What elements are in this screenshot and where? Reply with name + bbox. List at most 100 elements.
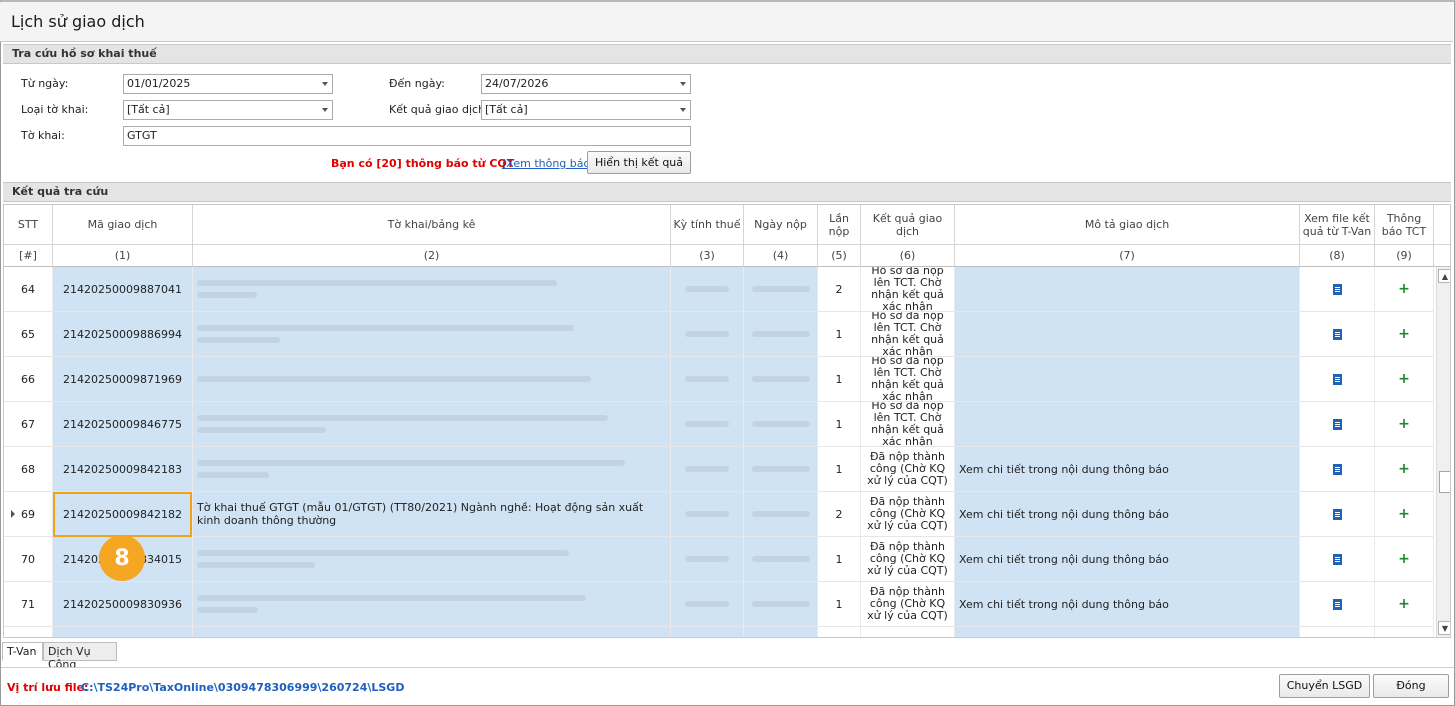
plus-icon[interactable]: +: [1398, 461, 1410, 477]
cell-date[interactable]: [744, 447, 818, 492]
table-row[interactable]: Đã nộp thành: [4, 627, 1436, 637]
cell-period[interactable]: [671, 582, 744, 627]
cell-desc[interactable]: Xem chi tiết trong nội dung thông báo: [955, 447, 1300, 492]
cell-notice[interactable]: +: [1375, 537, 1434, 582]
cell-form[interactable]: [193, 402, 671, 447]
cell-desc[interactable]: Xem chi tiết trong nội dung thông báo: [955, 582, 1300, 627]
cell-form[interactable]: [193, 267, 671, 312]
col-header-code[interactable]: Mã giao dịch: [53, 205, 193, 245]
plus-icon[interactable]: +: [1398, 416, 1410, 432]
cell-file[interactable]: [1300, 537, 1375, 582]
cell-result[interactable]: Đã nộp thành công (Chờ KQ xử lý của CQT): [861, 582, 955, 627]
cell-file[interactable]: [1300, 357, 1375, 402]
document-icon[interactable]: [1332, 418, 1342, 430]
cell-period[interactable]: [671, 492, 744, 537]
cell-code[interactable]: 21420250009842183: [53, 447, 193, 492]
col-header-tvan-file[interactable]: Xem file kết quả từ T-Van: [1300, 205, 1375, 245]
table-row[interactable]: 69 21420250009842182 Tờ khai thuế GTGT (mẫ…: [4, 492, 1436, 537]
table-row[interactable]: 67 21420250009846775 1 Hồ sơ đã nộp lên TCT…: [4, 402, 1436, 447]
cell-file[interactable]: [1300, 402, 1375, 447]
plus-icon[interactable]: +: [1398, 551, 1410, 567]
table-row[interactable]: 71 21420250009830936 1 Đã nộp thành công (C…: [4, 582, 1436, 627]
document-icon[interactable]: [1332, 508, 1342, 520]
cell-notice[interactable]: +: [1375, 357, 1434, 402]
scroll-thumb[interactable]: [1439, 471, 1450, 493]
col-header-date[interactable]: Ngày nộp: [744, 205, 818, 245]
cell-period[interactable]: [671, 357, 744, 402]
table-row[interactable]: 65 21420250009886994 1 Hồ sơ đã nộp lên TCT…: [4, 312, 1436, 357]
cell-submit-count[interactable]: 1: [818, 312, 861, 357]
cell-file[interactable]: [1300, 312, 1375, 357]
result-select[interactable]: [Tất cả]: [481, 100, 691, 120]
cell-notice[interactable]: [1375, 627, 1434, 637]
cell-submit-count[interactable]: 1: [818, 402, 861, 447]
cell-result[interactable]: Đã nộp thành công (Chờ KQ xử lý của CQT): [861, 492, 955, 537]
chevron-down-icon[interactable]: [322, 82, 328, 86]
cell-submit-count[interactable]: 1: [818, 582, 861, 627]
cell-desc[interactable]: [955, 357, 1300, 402]
scroll-down-button[interactable]: ▼: [1438, 621, 1450, 635]
scroll-up-button[interactable]: ▲: [1438, 269, 1450, 283]
cell-code[interactable]: 21420250009886994: [53, 312, 193, 357]
cell-stt[interactable]: 64: [4, 267, 53, 312]
cell-period[interactable]: [671, 312, 744, 357]
cell-desc[interactable]: [955, 627, 1300, 637]
cell-file[interactable]: [1300, 447, 1375, 492]
cell-notice[interactable]: +: [1375, 312, 1434, 357]
cell-submit-count[interactable]: 2: [818, 267, 861, 312]
to-date-picker[interactable]: 24/07/2026: [481, 74, 691, 94]
cell-code[interactable]: 21420250009846775: [53, 402, 193, 447]
cell-date[interactable]: [744, 627, 818, 637]
table-row[interactable]: 70214202500098340151Đã nộp thành công (C…: [4, 537, 1436, 582]
cell-date[interactable]: [744, 582, 818, 627]
table-row[interactable]: 66 21420250009871969 1 Hồ sơ đã nộp lên TCT…: [4, 357, 1436, 402]
cell-code[interactable]: 21420250009871969: [53, 357, 193, 402]
cell-date[interactable]: [744, 357, 818, 402]
cell-stt[interactable]: 71: [4, 582, 53, 627]
document-icon[interactable]: [1332, 373, 1342, 385]
cell-result[interactable]: Hồ sơ đã nộp lên TCT. Chờ nhận kết quả x…: [861, 357, 955, 402]
cell-period[interactable]: [671, 447, 744, 492]
plus-icon[interactable]: +: [1398, 371, 1410, 387]
view-notices-link[interactable]: (Xem thông báo): [502, 157, 595, 170]
form-input[interactable]: GTGT: [123, 126, 691, 146]
cell-form[interactable]: [193, 312, 671, 357]
cell-file[interactable]: [1300, 492, 1375, 537]
col-header-stt[interactable]: STT: [4, 205, 53, 245]
plus-icon[interactable]: +: [1398, 506, 1410, 522]
plus-icon[interactable]: +: [1398, 326, 1410, 342]
grid-scrollbar[interactable]: ▲ ▼: [1436, 267, 1450, 637]
cell-form[interactable]: [193, 627, 671, 637]
document-icon[interactable]: [1332, 283, 1342, 295]
show-results-button[interactable]: Hiển thị kết quả: [587, 151, 691, 174]
cell-code[interactable]: 21420250009887041: [53, 267, 193, 312]
cell-notice[interactable]: +: [1375, 447, 1434, 492]
chevron-down-icon[interactable]: [322, 108, 328, 112]
cell-form[interactable]: Tờ khai thuế GTGT (mẫu 01/GTGT) (TT80/20…: [193, 492, 671, 537]
cell-date[interactable]: [744, 267, 818, 312]
cell-submit-count[interactable]: 1: [818, 537, 861, 582]
cell-stt[interactable]: [4, 627, 53, 637]
cell-notice[interactable]: +: [1375, 267, 1434, 312]
cell-period[interactable]: [671, 267, 744, 312]
cell-stt[interactable]: 68: [4, 447, 53, 492]
cell-stt[interactable]: 65: [4, 312, 53, 357]
document-icon[interactable]: [1332, 553, 1342, 565]
tab-t-van[interactable]: T-Van: [2, 642, 43, 661]
cell-notice[interactable]: +: [1375, 402, 1434, 447]
chevron-down-icon[interactable]: [680, 108, 686, 112]
cell-period[interactable]: [671, 537, 744, 582]
cell-desc[interactable]: [955, 312, 1300, 357]
cell-stt[interactable]: 66: [4, 357, 53, 402]
cell-form[interactable]: [193, 537, 671, 582]
cell-period[interactable]: [671, 402, 744, 447]
cell-notice[interactable]: +: [1375, 582, 1434, 627]
cell-stt[interactable]: 70: [4, 537, 53, 582]
cell-form[interactable]: [193, 582, 671, 627]
plus-icon[interactable]: +: [1398, 281, 1410, 297]
from-date-picker[interactable]: 01/01/2025: [123, 74, 333, 94]
col-header-desc[interactable]: Mô tả giao dịch: [955, 205, 1300, 245]
cell-file[interactable]: [1300, 627, 1375, 637]
cell-form[interactable]: [193, 357, 671, 402]
document-icon[interactable]: [1332, 463, 1342, 475]
